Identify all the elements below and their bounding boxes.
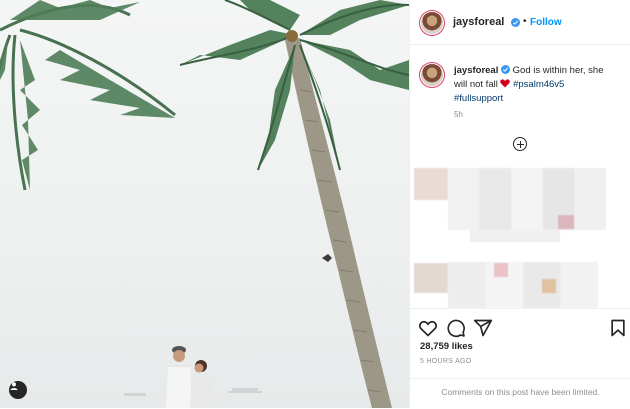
user-tag-icon[interactable] <box>9 381 27 399</box>
caption-avatar[interactable] <box>421 64 443 86</box>
blurred-avatar <box>414 263 448 293</box>
red-heart-emoji-icon <box>500 79 511 88</box>
share-icon[interactable] <box>473 318 493 338</box>
blurred-block <box>558 215 574 229</box>
post-photo[interactable] <box>0 0 409 408</box>
blurred-block <box>542 279 556 293</box>
bookmark-icon[interactable] <box>608 318 628 338</box>
palm-trees-couple-illustration <box>0 0 409 408</box>
hashtag-link[interactable]: #psalm46v5 <box>513 79 564 90</box>
plus-circle-icon[interactable] <box>513 137 527 151</box>
blurred-comment <box>448 168 606 230</box>
post-header: jaysforeal • Follow <box>410 0 630 45</box>
username-link[interactable]: jaysforeal <box>453 16 504 28</box>
caption-timestamp[interactable]: 5h <box>454 110 463 119</box>
hashtag-link[interactable]: #fullsupport <box>454 93 503 104</box>
blurred-block <box>494 263 508 277</box>
separator-dot: • <box>523 16 527 27</box>
comment-icon[interactable] <box>446 318 466 338</box>
post-timestamp[interactable]: 5 HOURS AGO <box>420 358 472 365</box>
blurred-comment <box>448 262 598 308</box>
heart-icon[interactable] <box>418 318 438 338</box>
caption-username[interactable]: jaysforeal <box>454 65 498 76</box>
verified-badge-icon <box>501 65 511 74</box>
blurred-block <box>470 230 560 242</box>
post-side-panel: jaysforeal • Follow jaysforeal God is wi… <box>409 0 630 408</box>
instagram-post-viewer: jaysforeal • Follow jaysforeal God is wi… <box>0 0 630 408</box>
post-caption: jaysforeal God is within her, she will n… <box>454 64 619 106</box>
likes-count[interactable]: 28,759 likes <box>420 341 473 352</box>
comments-limited-notice: Comments on this post have been limited. <box>410 378 630 408</box>
avatar[interactable] <box>421 12 443 34</box>
blurred-avatar <box>414 168 448 200</box>
verified-badge-icon <box>511 18 520 27</box>
follow-button[interactable]: Follow <box>530 17 562 28</box>
